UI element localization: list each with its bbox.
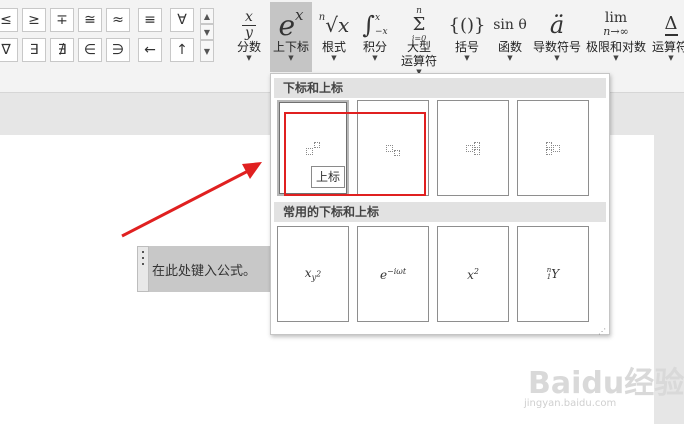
chevron-down-icon: ▼ <box>464 54 470 62</box>
radical-label: 根式 <box>321 40 346 54</box>
operator-button[interactable]: Δ 运算符 ▼ <box>648 2 684 74</box>
symbol-up-arrow[interactable]: ↑ <box>170 38 194 62</box>
symbol-mp[interactable]: ∓ <box>50 8 74 32</box>
symbol-le[interactable]: ≤ <box>0 8 18 32</box>
annotation-highlight-box <box>284 112 426 196</box>
symbol-forall[interactable]: ∀ <box>170 8 194 32</box>
accent-label: 导数符号 <box>532 40 581 54</box>
script-label: 上下标 <box>272 40 309 54</box>
equation-handle[interactable] <box>137 246 149 292</box>
equation-placeholder[interactable]: 在此处键入公式。 <box>152 260 256 279</box>
function-button[interactable]: sin θ 函数 ▼ <box>490 2 530 74</box>
tile-common-e-power[interactable]: e−iωt <box>357 226 429 322</box>
tile-left-subsuperscript[interactable] <box>517 100 589 196</box>
function-label: 函数 <box>497 40 522 54</box>
limit-log-button[interactable]: lim n→∞ 极限和对数 ▼ <box>584 2 648 74</box>
integral-button[interactable]: ∫ x −x 积分 ▼ <box>356 2 394 74</box>
radical-button[interactable]: n √x 根式 ▼ <box>314 2 354 74</box>
integral-label: 积分 <box>362 40 387 54</box>
fraction-label: 分数 <box>236 40 261 54</box>
chevron-down-icon: ▼ <box>554 54 560 62</box>
symbol-nabla[interactable]: ∇ <box>0 38 18 62</box>
symbol-left-arrow[interactable]: ← <box>138 38 162 62</box>
tile-common-x-squared[interactable]: x2 <box>437 226 509 322</box>
fraction-button[interactable]: x y 分数 ▼ <box>230 2 268 74</box>
script-button[interactable]: ex 上下标 ▼ <box>270 2 312 72</box>
chevron-down-icon: ▼ <box>668 54 674 62</box>
chevron-down-icon: ▼ <box>372 54 378 62</box>
chevron-down-icon: ▼ <box>246 54 252 62</box>
gallery-expand[interactable]: ▼ <box>200 40 214 62</box>
gallery-scroll-up[interactable]: ▲ <box>200 8 214 24</box>
accent-button[interactable]: ä 导数符号 ▼ <box>530 2 584 74</box>
tile-common-left-script-y[interactable]: n 1 Y <box>517 226 589 322</box>
chevron-down-icon: ▼ <box>288 54 294 62</box>
watermark-url: jingyan.baidu.com <box>524 398 617 409</box>
operator-label: 运算符 <box>652 40 684 54</box>
tile-subsuperscript[interactable] <box>437 100 509 196</box>
bracket-button[interactable]: {()} 括号 ▼ <box>446 2 488 74</box>
section-title-scripts: 下标和上标 <box>274 78 606 98</box>
tile-common-x-sub-y2[interactable]: xy2 <box>277 226 349 322</box>
large-operator-button[interactable]: n Σ i=0 大型 运算符 ▼ <box>396 2 442 78</box>
symbol-equiv[interactable]: ≡ <box>138 8 162 32</box>
gallery-scroll-down[interactable]: ▼ <box>200 24 214 40</box>
symbol-exists[interactable]: ∃ <box>22 38 46 62</box>
bracket-label: 括号 <box>454 40 479 54</box>
symbol-ni[interactable]: ∋ <box>106 38 130 62</box>
symbol-cong[interactable]: ≅ <box>78 8 102 32</box>
section-title-common: 常用的下标和上标 <box>274 202 606 222</box>
symbol-in[interactable]: ∈ <box>78 38 102 62</box>
symbol-approx[interactable]: ≈ <box>106 8 130 32</box>
symbol-ge[interactable]: ≥ <box>22 8 46 32</box>
chevron-down-icon: ▼ <box>331 54 337 62</box>
resize-grip-icon[interactable]: ⋰ <box>598 327 606 336</box>
chevron-down-icon: ▼ <box>613 54 619 62</box>
large-operator-label: 大型 运算符 <box>400 40 437 68</box>
symbol-nexists[interactable]: ∄ <box>50 38 74 62</box>
limit-log-label: 极限和对数 <box>585 40 646 54</box>
chevron-down-icon: ▼ <box>507 54 513 62</box>
watermark-logo: Baidu经验 <box>528 366 684 401</box>
